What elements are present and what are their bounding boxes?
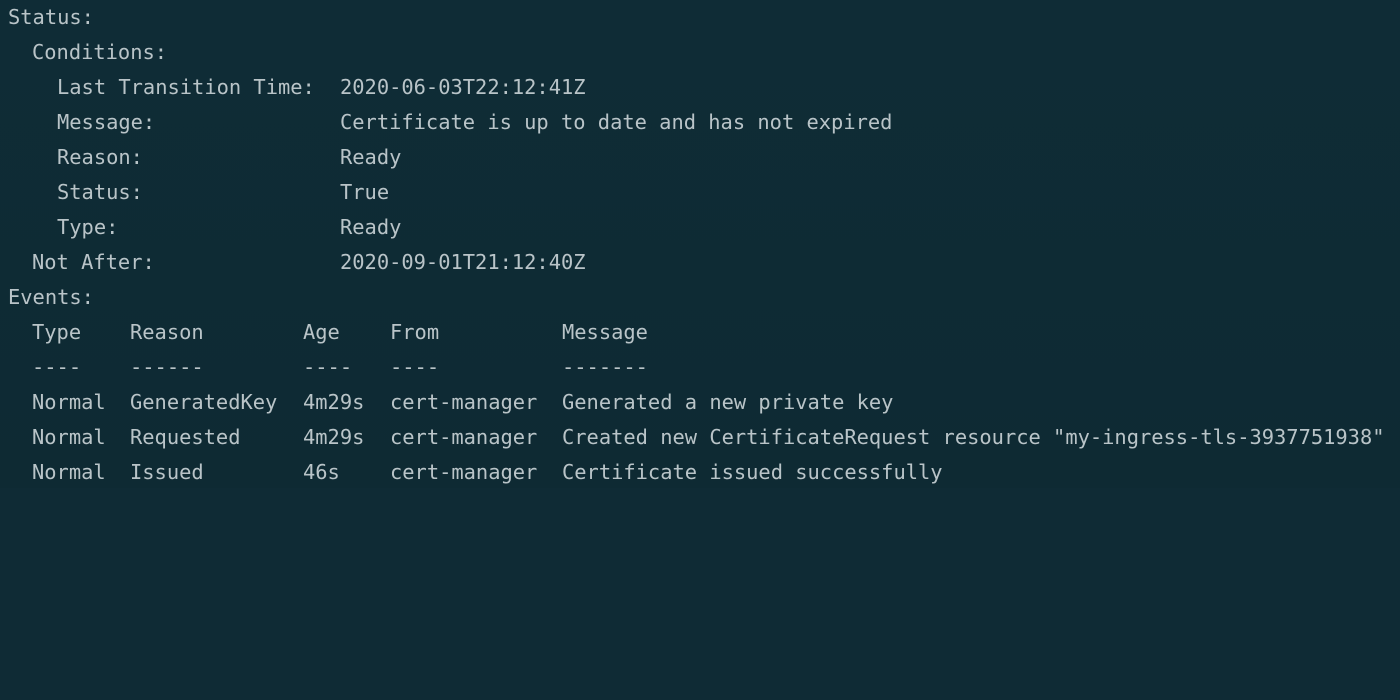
status-title: Status: — [8, 5, 94, 29]
field-value: 2020-09-01T21:12:40Z — [340, 250, 586, 274]
field-value: 2020-06-03T22:12:41Z — [340, 75, 586, 99]
field-value: Ready — [340, 215, 402, 239]
table-row: Normal GeneratedKey 4m29s cert-manager G… — [8, 385, 893, 420]
condition-status: Status: True — [8, 175, 389, 210]
condition-last-transition-time: Last Transition Time: 2020-06-03T22:12:4… — [8, 70, 586, 105]
separator-from: ---- — [390, 355, 440, 379]
event-reason: Requested — [130, 425, 241, 449]
events-title: Events: — [8, 285, 94, 309]
event-from: cert-manager — [390, 390, 538, 414]
events-table-header: Type Reason Age From Message — [8, 315, 648, 350]
event-message: Created new CertificateRequest resource … — [562, 425, 1385, 449]
conditions-label: Conditions: — [32, 40, 168, 64]
column-header-type: Type — [32, 320, 82, 344]
table-row: Normal Requested 4m29s cert-manager Crea… — [8, 420, 1385, 455]
field-value: True — [340, 180, 390, 204]
not-after: Not After: 2020-09-01T21:12:40Z — [8, 245, 586, 280]
terminal-output: Status: Conditions: Last Transition Time… — [0, 0, 1400, 488]
event-from: cert-manager — [390, 425, 538, 449]
field-label: Last Transition Time: — [57, 75, 315, 99]
column-header-from: From — [390, 320, 440, 344]
field-label: Message: — [57, 110, 156, 134]
event-age: 46s — [303, 460, 340, 484]
conditions-heading: Conditions: — [8, 35, 167, 70]
condition-reason: Reason: Ready — [8, 140, 401, 175]
event-type: Normal — [32, 460, 106, 484]
field-label: Not After: — [32, 250, 155, 274]
column-header-message: Message — [562, 320, 648, 344]
condition-message: Message: Certificate is up to date and h… — [8, 105, 892, 140]
event-type: Normal — [32, 425, 106, 449]
separator-reason: ------ — [130, 355, 204, 379]
column-header-reason: Reason — [130, 320, 204, 344]
field-label: Status: — [57, 180, 143, 204]
event-message: Generated a new private key — [562, 390, 894, 414]
events-table-separator: ---- ------ ---- ---- ------- — [8, 350, 648, 385]
field-value: Ready — [340, 145, 402, 169]
separator-message: ------- — [562, 355, 648, 379]
table-row: Normal Issued 46s cert-manager Certifica… — [8, 455, 943, 490]
event-age: 4m29s — [303, 390, 365, 414]
status-heading: Status: — [8, 0, 94, 35]
event-message: Certificate issued successfully — [562, 460, 943, 484]
separator-type: ---- — [32, 355, 82, 379]
event-reason: GeneratedKey — [130, 390, 278, 414]
field-label: Type: — [57, 215, 119, 239]
events-heading: Events: — [8, 280, 94, 315]
event-from: cert-manager — [390, 460, 538, 484]
event-reason: Issued — [130, 460, 204, 484]
field-label: Reason: — [57, 145, 143, 169]
column-header-age: Age — [303, 320, 340, 344]
event-age: 4m29s — [303, 425, 365, 449]
condition-type: Type: Ready — [8, 210, 401, 245]
separator-age: ---- — [303, 355, 353, 379]
field-value: Certificate is up to date and has not ex… — [340, 110, 893, 134]
event-type: Normal — [32, 390, 106, 414]
